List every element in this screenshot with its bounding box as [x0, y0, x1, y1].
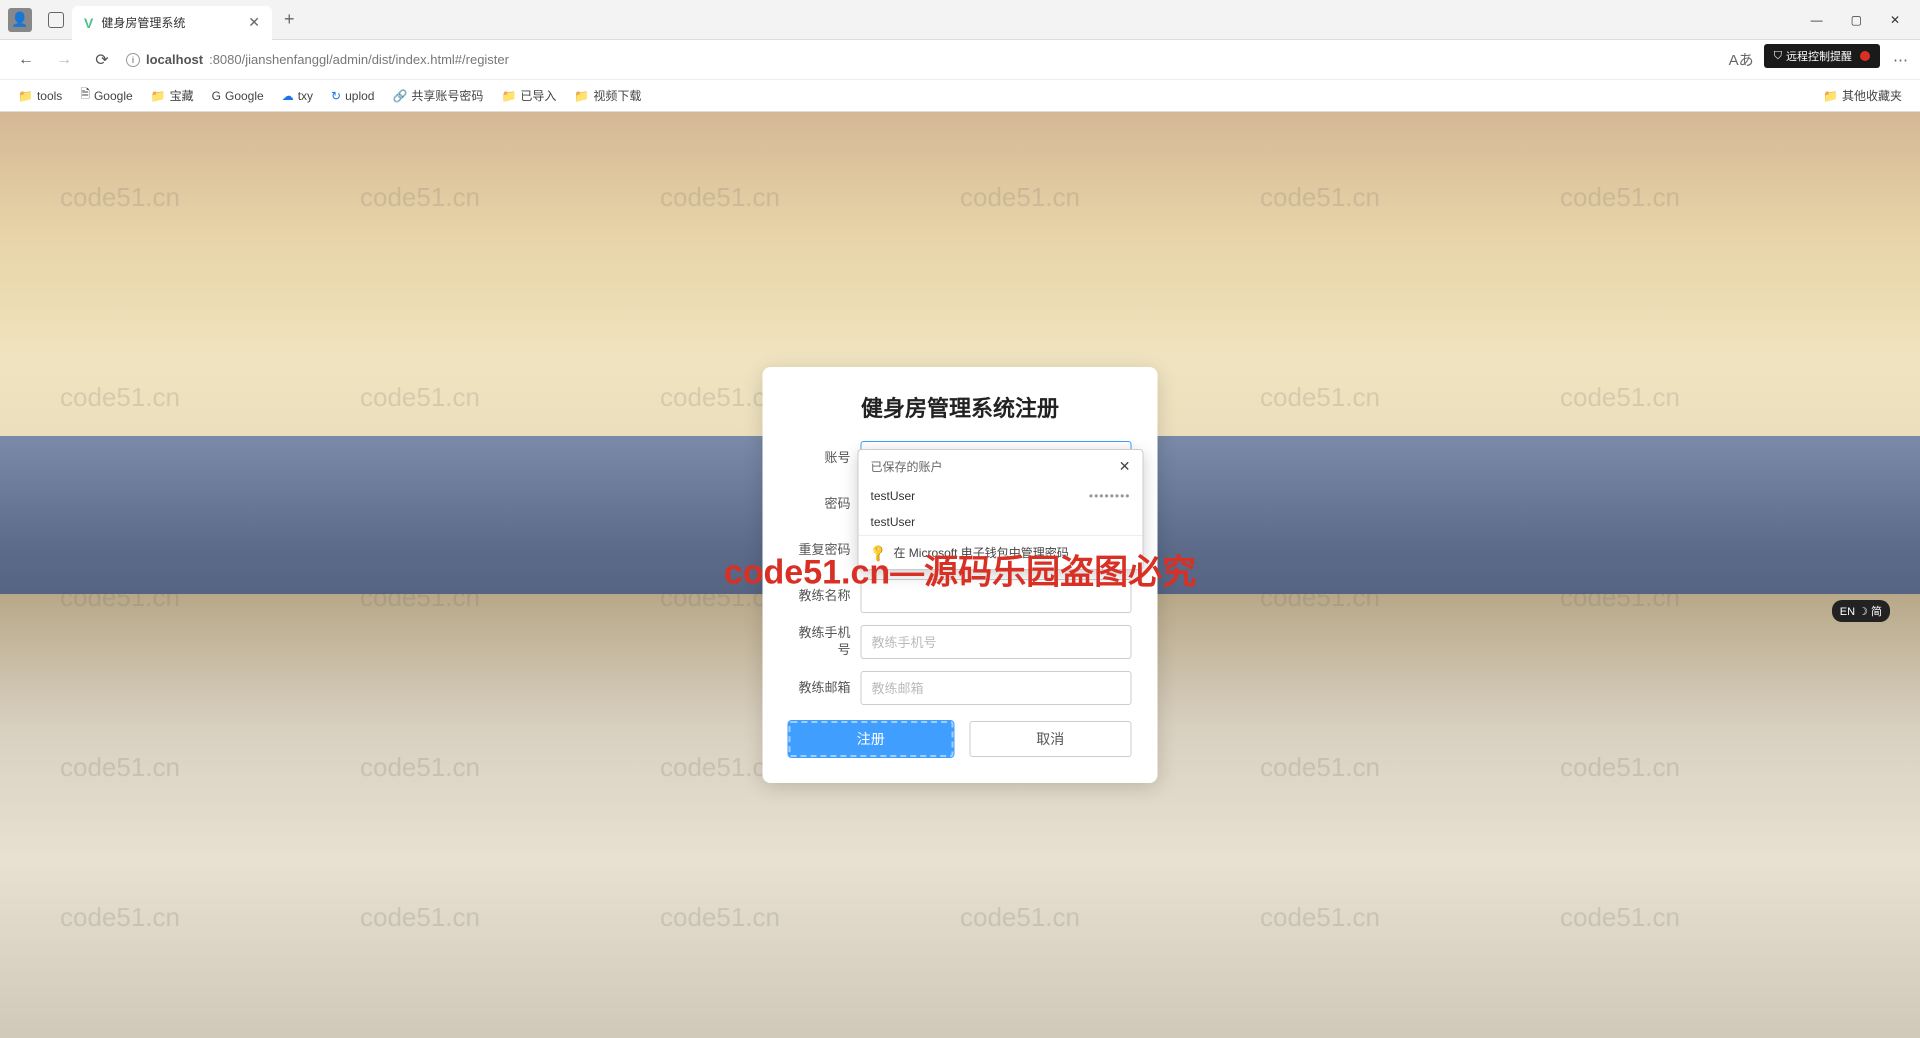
url-host: localhost	[146, 52, 203, 67]
autofill-username: testUser	[871, 489, 916, 503]
minimize-button[interactable]: —	[1811, 13, 1823, 27]
autofill-item[interactable]: testUser ••••••••	[859, 483, 1143, 509]
menu-icon[interactable]: ⋯	[1893, 51, 1908, 69]
close-tab-icon[interactable]: ✕	[248, 14, 260, 31]
ime-label: EN ☽ 简	[1840, 603, 1882, 619]
ime-indicator[interactable]: EN ☽ 简	[1832, 600, 1890, 622]
profile-avatar[interactable]: 👤	[8, 8, 32, 32]
tab-title: 健身房管理系统	[101, 14, 185, 31]
bookmark-item[interactable]: 📁 宝藏	[151, 87, 194, 104]
active-tab[interactable]: V 健身房管理系统 ✕	[72, 6, 272, 40]
password-label: 密码	[789, 496, 861, 513]
bookmark-item[interactable]: 🗎 Google	[80, 85, 132, 106]
new-tab-button[interactable]: +	[272, 9, 307, 30]
bookmark-item[interactable]: ☁ txy	[282, 89, 313, 103]
site-info-icon[interactable]: i	[126, 53, 140, 67]
form-title: 健身房管理系统注册	[789, 391, 1132, 423]
register-button[interactable]: 注册	[789, 721, 954, 757]
bookmarks-bar: 📁 tools 🗎 Google 📁 宝藏 G Google ☁ txy ↻ uplod 🔗 共享账号密码…	[0, 80, 1920, 112]
url-path: :8080/jianshenfanggl/admin/dist/index.ht…	[209, 52, 509, 67]
bookmark-label: 宝藏	[170, 87, 194, 104]
close-window-button[interactable]: ✕	[1890, 13, 1900, 27]
autofill-item[interactable]: testUser	[859, 509, 1143, 535]
window-controls: — ▢ ✕	[1791, 13, 1920, 27]
bookmark-icon: ☁	[282, 89, 294, 103]
shield-icon: ⛉	[1774, 50, 1782, 63]
folder-icon: 📁	[1823, 89, 1838, 103]
bookmark-label: Google	[94, 89, 133, 103]
bookmark-item[interactable]: G Google	[212, 89, 264, 103]
bookmark-label: 视频下载	[593, 87, 641, 104]
autofill-close-icon[interactable]: ✕	[1119, 458, 1131, 475]
url-input[interactable]: i localhost :8080/jianshenfanggl/admin/di…	[126, 52, 1719, 67]
cancel-button[interactable]: 取消	[969, 721, 1132, 757]
bookmark-item[interactable]: 📁 tools	[18, 89, 62, 103]
address-bar: ← → ⟳ i localhost :8080/jianshenfanggl/ad…	[0, 40, 1920, 80]
bookmark-label: 已导入	[520, 87, 556, 104]
bookmark-icon: 📁	[574, 89, 589, 103]
bookmark-icon: ↻	[331, 89, 341, 103]
bookmark-icon: 🗎	[80, 85, 90, 106]
bookmark-icon: 📁	[501, 89, 516, 103]
bookmark-item[interactable]: 📁 视频下载	[574, 87, 641, 104]
bookmark-label: Google	[225, 89, 264, 103]
bookmark-icon: 📁	[151, 89, 166, 103]
autofill-password-mask: ••••••••	[1089, 489, 1131, 503]
coach-phone-input[interactable]	[861, 625, 1132, 659]
bookmark-label: uplod	[345, 89, 374, 103]
coach-email-label: 教练邮箱	[789, 680, 861, 697]
maximize-button[interactable]: ▢	[1851, 13, 1862, 27]
bookmark-item[interactable]: 📁 已导入	[501, 87, 556, 104]
browser-tab-strip: 👤 V 健身房管理系统 ✕ + — ▢ ✕	[0, 0, 1920, 40]
vue-favicon-icon: V	[84, 15, 93, 31]
forward-button: →	[50, 46, 78, 74]
bookmark-label: tools	[37, 89, 62, 103]
coach-phone-label: 教练手机号	[789, 625, 861, 659]
reader-icon[interactable]: Aあ	[1729, 49, 1754, 70]
bookmark-icon: G	[212, 89, 221, 103]
bookmark-item[interactable]: ↻ uplod	[331, 89, 374, 103]
bookmark-label: txy	[298, 89, 313, 103]
autofill-username: testUser	[871, 515, 916, 529]
bookmark-icon: 🔗	[392, 89, 407, 103]
account-label: 账号	[789, 450, 861, 467]
bookmark-label: 共享账号密码	[411, 87, 483, 104]
tabs-overview-icon[interactable]	[48, 12, 64, 28]
watermark-red-banner: code51.cn—源码乐园盗图必究	[724, 545, 1196, 594]
notif-label: 远程控制提醒	[1786, 48, 1852, 64]
autofill-header: 已保存的账户	[871, 458, 943, 475]
remote-control-notification[interactable]: ⛉ 远程控制提醒	[1764, 44, 1880, 68]
coach-email-input[interactable]	[861, 671, 1132, 705]
back-button[interactable]: ←	[12, 46, 40, 74]
page-viewport: code51.cncode51.cncode51.cncode51.cncode…	[0, 112, 1920, 1038]
overflow-label: 其他收藏夹	[1842, 87, 1902, 104]
bookmark-item[interactable]: 🔗 共享账号密码	[392, 87, 483, 104]
bookmark-icon: 📁	[18, 89, 33, 103]
reload-button[interactable]: ⟳	[88, 46, 116, 74]
bookmarks-overflow[interactable]: 📁 其他收藏夹	[1823, 87, 1902, 104]
